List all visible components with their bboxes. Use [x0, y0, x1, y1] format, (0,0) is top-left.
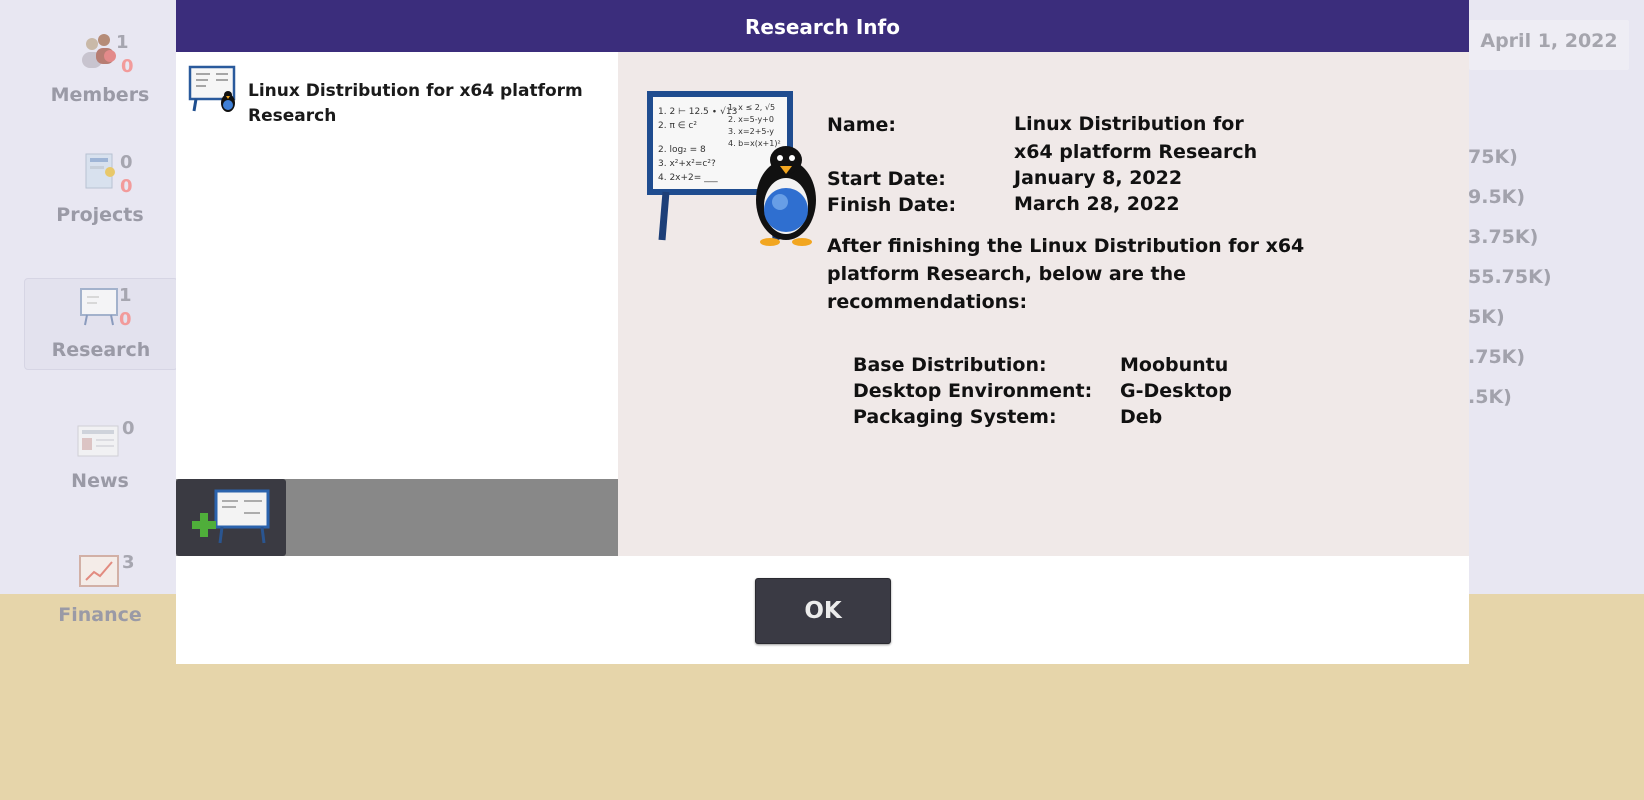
sidebar-item-finance[interactable]: 3 Finance: [24, 544, 176, 634]
research-whiteboard-icon: [188, 65, 236, 112]
background-value: 75K): [1468, 146, 1518, 168]
research-details: 1. 2 ⊢ 12.5 ∙ √13 2. π ∈ c² 2. log₂ = 8 …: [618, 52, 1469, 556]
current-date: April 1, 2022: [1469, 20, 1629, 70]
finish-date-value: March 28, 2022: [1014, 193, 1180, 215]
svg-text:2. π ∈ c²: 2. π ∈ c²: [658, 121, 697, 131]
research-count-new: 0: [119, 309, 132, 330]
projects-count-new: 0: [120, 176, 133, 197]
research-list: Linux Distribution for x64 platform Rese…: [176, 52, 618, 479]
svg-text:2. log₂ = 8: 2. log₂ = 8: [658, 145, 706, 155]
start-date-value: January 8, 2022: [1014, 167, 1183, 189]
news-icon: [77, 425, 119, 457]
background-value: .5K): [1468, 386, 1512, 408]
projects-count: 0: [120, 152, 133, 173]
background-value: 55.75K): [1468, 266, 1552, 288]
packaging-system-value: Deb: [1120, 406, 1163, 428]
dialog-title: Research Info: [176, 0, 1469, 52]
svg-text:3. x=2+5-y: 3. x=2+5-y: [728, 127, 774, 136]
research-summary: After finishing the Linux Distribution f…: [827, 235, 1305, 313]
name-value: Linux Distribution for x64 platform Rese…: [1014, 113, 1258, 163]
research-icon: [80, 288, 118, 326]
research-whiteboard-penguin-icon: 1. 2 ⊢ 12.5 ∙ √13 2. π ∈ c² 2. log₂ = 8 …: [647, 91, 816, 246]
research-count: 1: [119, 285, 132, 306]
background-value-list: 75K) 9.5K) 3.75K) 55.75K) 5K) .75K) .5K): [1468, 146, 1552, 426]
svg-text:1. 2 ⊢ 12.5 ∙ √13: 1. 2 ⊢ 12.5 ∙ √13: [658, 106, 737, 117]
finish-date-label: Finish Date:: [827, 194, 957, 216]
ok-button[interactable]: OK: [755, 578, 891, 644]
svg-text:3. x²+x²=c²?: 3. x²+x²=c²?: [658, 159, 716, 169]
desktop-environment-value: G-Desktop: [1120, 380, 1232, 402]
packaging-system-label: Packaging System:: [853, 406, 1057, 428]
finance-count: 3: [122, 552, 135, 573]
svg-text:2. x=5-y+0: 2. x=5-y+0: [728, 115, 774, 124]
background-value: .75K): [1468, 346, 1526, 368]
news-label: News: [71, 470, 129, 492]
finance-label: Finance: [58, 604, 142, 626]
sidebar-item-research[interactable]: 1 0 Research: [24, 278, 178, 370]
news-count: 0: [122, 418, 135, 439]
background-value: 5K): [1468, 306, 1505, 328]
research-label: Research: [51, 339, 151, 361]
base-distribution-value: Moobuntu: [1120, 354, 1229, 376]
start-date-label: Start Date:: [827, 168, 946, 190]
members-count-new: 0: [121, 56, 134, 77]
research-info-dialog: Research Info Linux Distribution for x64…: [176, 0, 1469, 664]
research-list-item-label: Linux Distribution for x64 platform Rese…: [248, 81, 583, 126]
sidebar-item-projects[interactable]: 0 0 Projects: [24, 140, 176, 230]
background-value: 3.75K): [1468, 226, 1539, 248]
name-label: Name:: [827, 114, 897, 136]
sidebar-item-news[interactable]: 0 News: [24, 410, 176, 500]
svg-text:1. x ≤ 2, √5: 1. x ≤ 2, √5: [728, 103, 775, 112]
base-distribution-label: Base Distribution:: [853, 354, 1047, 376]
research-list-item[interactable]: Linux Distribution for x64 platform Rese…: [188, 65, 608, 126]
sidebar-item-members[interactable]: 1 0 Members: [24, 22, 176, 110]
svg-text:4. 2x+2= ___: 4. 2x+2= ___: [658, 173, 718, 183]
members-label: Members: [50, 84, 150, 106]
desktop-environment-label: Desktop Environment:: [853, 380, 1093, 402]
members-count: 1: [116, 32, 129, 53]
background-value: 9.5K): [1468, 186, 1526, 208]
projects-label: Projects: [56, 204, 144, 226]
finance-icon: [79, 555, 119, 587]
svg-text:4. b=x(x+1)²: 4. b=x(x+1)²: [728, 139, 781, 148]
add-research-icon: [192, 489, 270, 544]
add-research-button[interactable]: [176, 479, 286, 556]
list-toolbar: [176, 479, 618, 556]
sidebar: 1 0 Members 0 0 Projects 1 0 Research 0: [0, 0, 178, 640]
